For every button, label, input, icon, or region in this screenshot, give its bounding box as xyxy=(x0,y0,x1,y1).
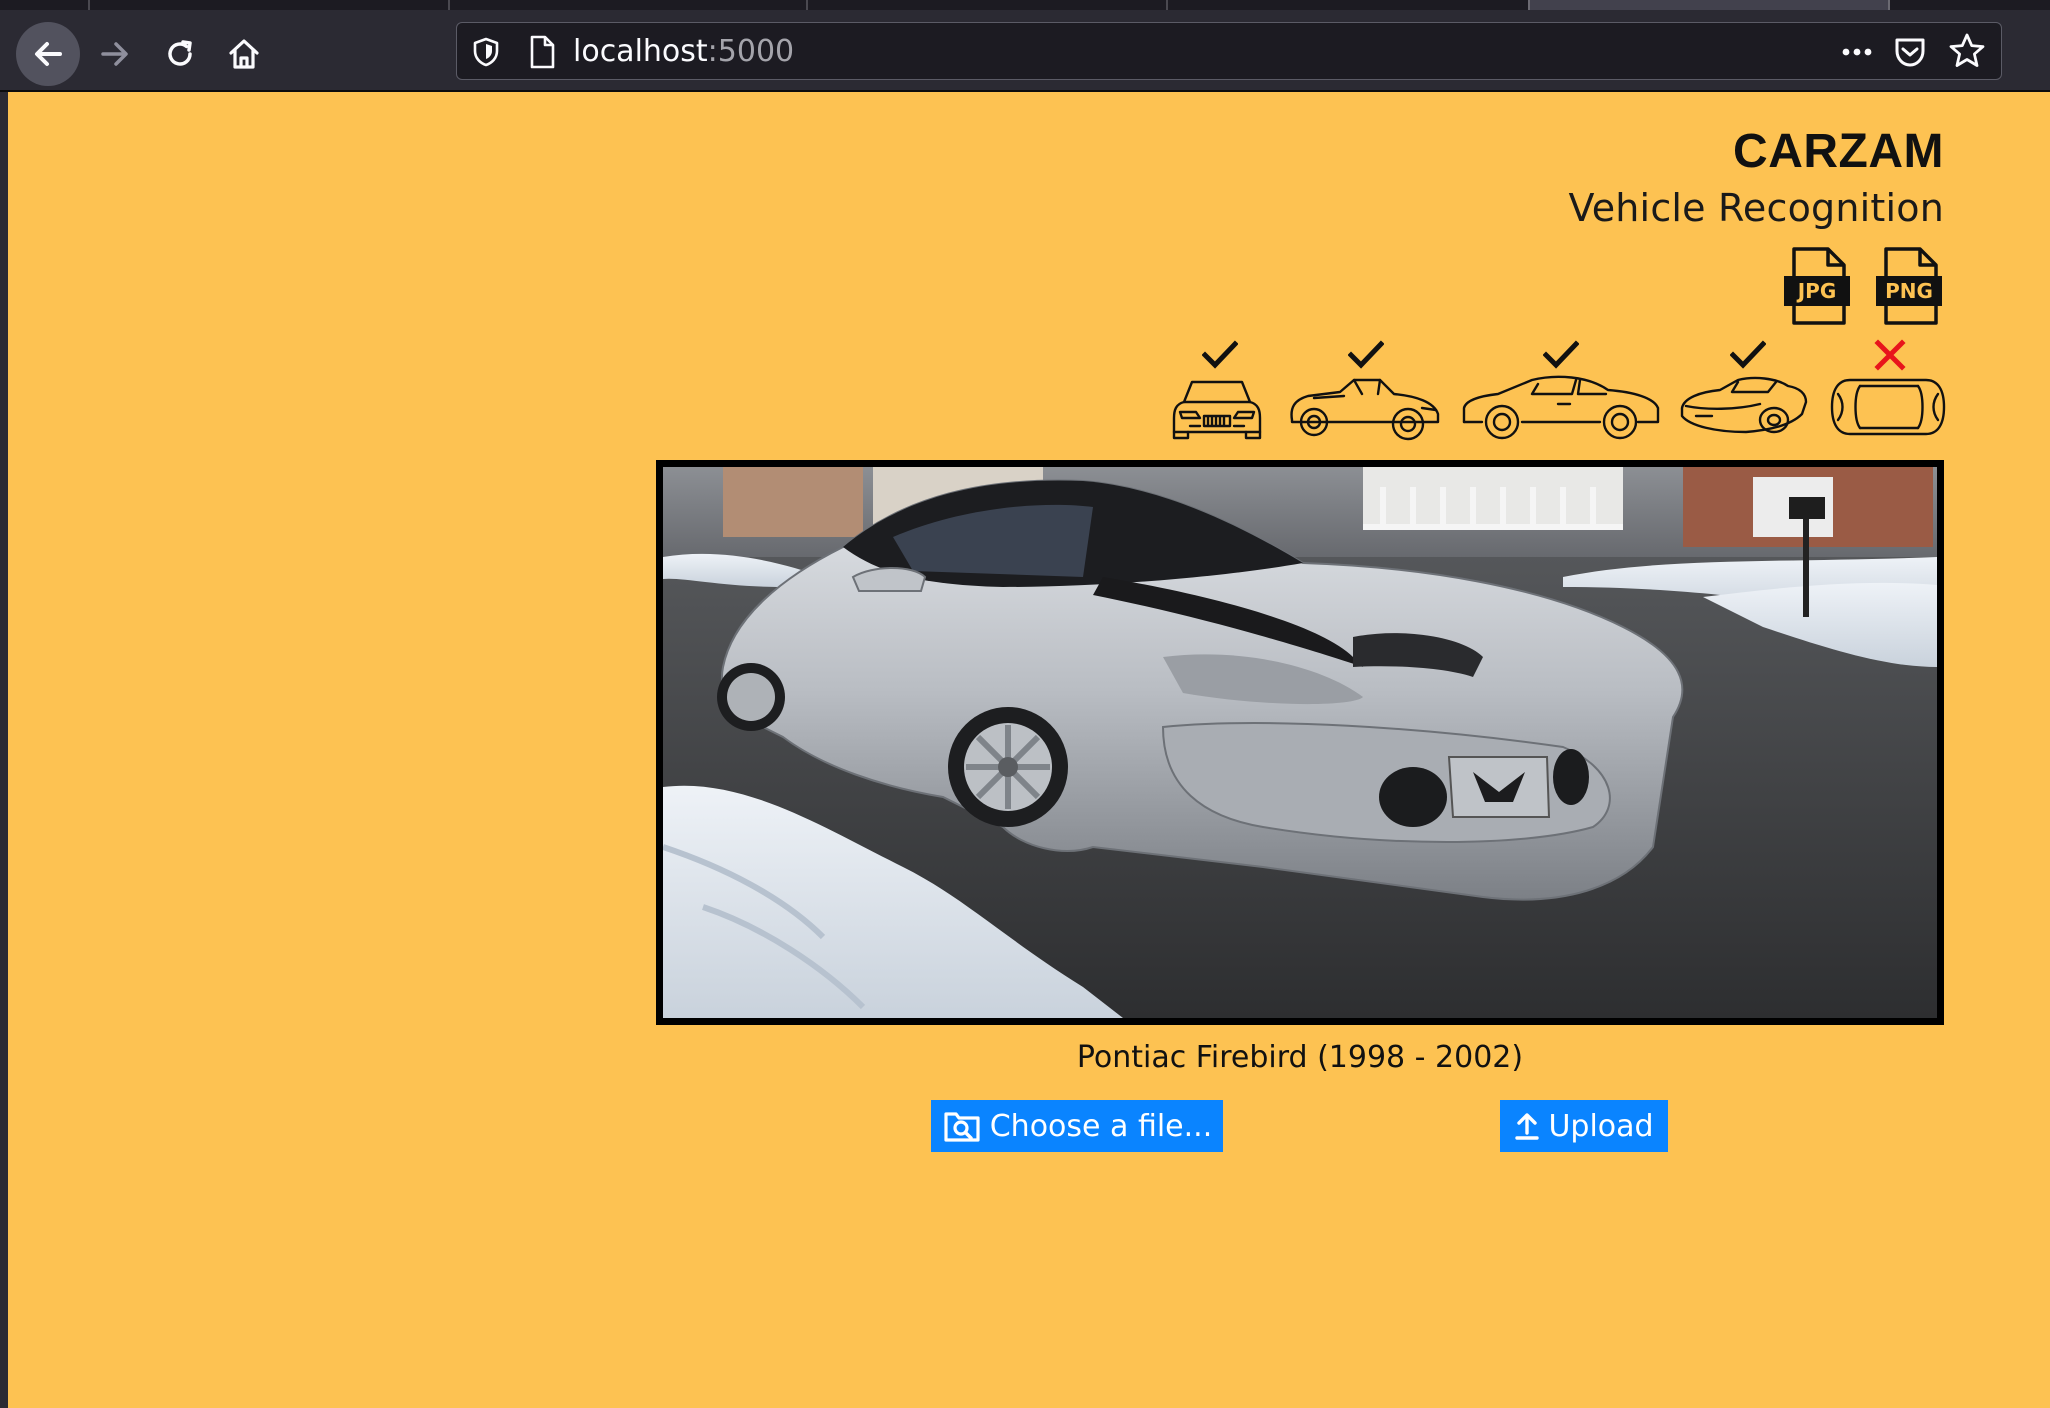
star-icon[interactable] xyxy=(1947,31,1987,71)
browser-chrome: localhost:5000 xyxy=(0,0,2050,92)
png-file-label: PNG xyxy=(1885,279,1933,303)
car-photo xyxy=(663,467,1937,1018)
pocket-icon[interactable] xyxy=(1891,33,1929,71)
uploaded-image xyxy=(656,460,1944,1025)
tab-separator xyxy=(806,0,808,10)
forward-arrow-icon xyxy=(101,42,128,66)
car-three-quarter-icon xyxy=(1680,376,1808,434)
car-top-icon xyxy=(1830,378,1946,436)
page-icon[interactable] xyxy=(527,34,557,70)
home-button[interactable] xyxy=(218,28,270,80)
upload-label: Upload xyxy=(1548,1108,1654,1144)
jpg-file-label: JPG xyxy=(1796,279,1837,303)
prediction-label: Pontiac Firebird (1998 - 2002) xyxy=(1076,1040,1524,1075)
reload-icon xyxy=(168,40,192,66)
jpg-file-icon: JPG xyxy=(1784,247,1850,325)
app-title: CARZAM xyxy=(1733,125,1944,178)
car-front-three-quarter-icon xyxy=(1290,378,1440,441)
back-button[interactable] xyxy=(16,22,80,86)
upload-icon xyxy=(1515,1113,1540,1140)
url-text[interactable]: localhost:5000 xyxy=(573,33,794,71)
tab-strip xyxy=(0,0,2050,10)
window-edge xyxy=(0,92,8,1408)
tab-separator xyxy=(448,0,450,10)
app-header: CARZAM Vehicle Recognition xyxy=(1568,122,1944,234)
cross-icon xyxy=(1874,339,1906,371)
address-bar[interactable]: localhost:5000 xyxy=(456,22,2002,80)
forward-button[interactable] xyxy=(92,30,140,78)
tab-separator xyxy=(88,0,90,10)
check-icon xyxy=(1543,340,1579,369)
active-tab[interactable] xyxy=(1528,0,1890,10)
app-subtitle: Vehicle Recognition xyxy=(1568,186,1944,230)
shield-icon[interactable] xyxy=(471,36,501,68)
reload-button[interactable] xyxy=(154,28,206,80)
check-icon xyxy=(1730,340,1766,369)
home-icon xyxy=(229,39,259,69)
url-port: :5000 xyxy=(707,34,795,69)
check-icon xyxy=(1202,340,1238,369)
more-icon[interactable] xyxy=(1837,35,1877,69)
choose-file-label: Choose a file... xyxy=(989,1108,1213,1144)
car-front-icon xyxy=(1172,380,1262,440)
png-file-icon: PNG xyxy=(1876,247,1942,325)
upload-button[interactable]: Upload xyxy=(1500,1100,1668,1152)
car-side-icon xyxy=(1462,375,1660,440)
back-arrow-icon xyxy=(35,42,62,66)
toolbar-divider xyxy=(0,90,2050,92)
choose-file-button[interactable]: Choose a file... xyxy=(931,1100,1223,1152)
check-icon xyxy=(1348,340,1384,369)
url-host: localhost xyxy=(573,34,708,69)
file-search-icon xyxy=(944,1112,980,1142)
tab-separator xyxy=(1166,0,1168,10)
